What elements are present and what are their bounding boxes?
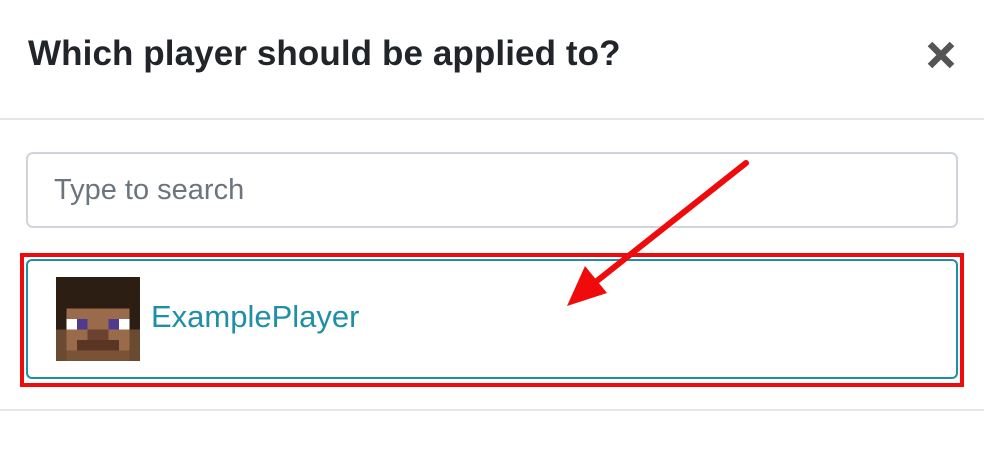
avatar (56, 277, 140, 361)
search-input[interactable] (26, 152, 958, 228)
player-select-dialog: Which player should be applied to? Type … (0, 0, 984, 454)
footer-divider (0, 409, 984, 411)
close-button[interactable] (924, 34, 958, 74)
dialog-header: Which player should be applied to? (0, 0, 984, 120)
close-icon (927, 41, 955, 69)
player-list-item[interactable]: ExamplePlayer (26, 259, 958, 379)
player-head-icon (56, 277, 140, 361)
player-name[interactable]: ExamplePlayer (151, 297, 359, 337)
dialog-title: Which player should be applied to? (28, 34, 621, 73)
